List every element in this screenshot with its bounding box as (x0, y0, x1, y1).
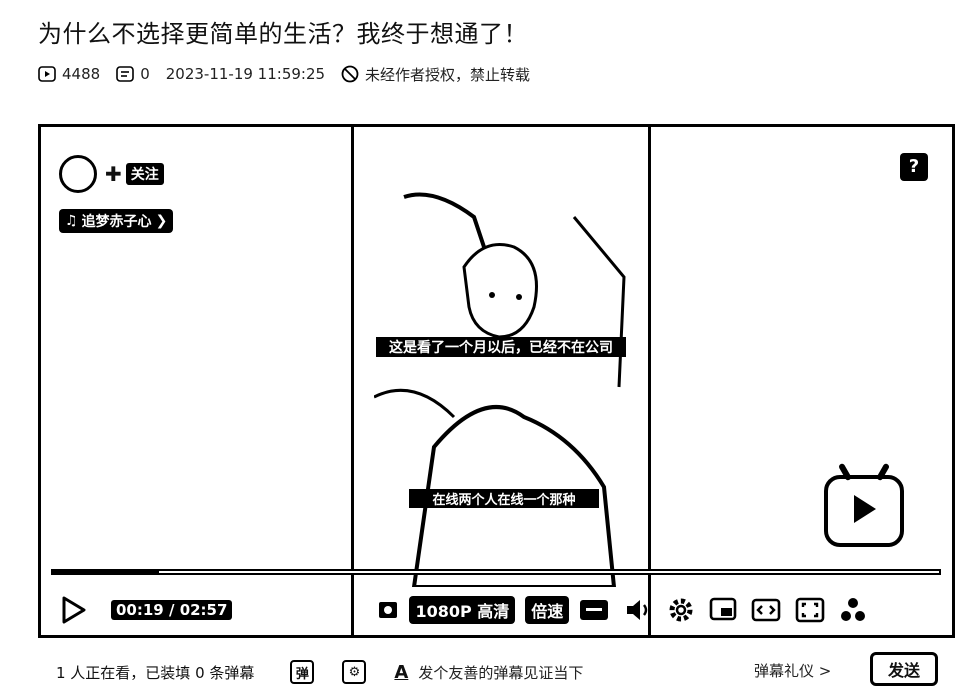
plus-icon[interactable]: ✚ (105, 162, 122, 186)
music-note-icon: ♫ (65, 213, 78, 229)
time-display: 00:19 / 02:57 (111, 600, 233, 620)
danmaku-toggle-icon[interactable]: 弹 (290, 660, 315, 684)
video-person-image (374, 192, 626, 587)
music-tag-label: 追梦赤子心 (81, 214, 152, 230)
danmaku-count-value: 0 (140, 65, 150, 83)
progress-bar-fill (53, 571, 160, 573)
settings-gear-icon[interactable] (667, 596, 695, 624)
volume-icon[interactable] (625, 597, 653, 623)
no-repost-icon (341, 65, 359, 83)
uploader-follow[interactable]: ✚ 关注 (59, 155, 164, 193)
video-meta-bar: 4488 0 2023-11-19 11:59:25 未经作者授权，禁止转载 (38, 64, 546, 84)
music-tag[interactable]: ♫ 追梦赤子心 ❯ (59, 209, 174, 233)
play-icon[interactable] (61, 596, 87, 624)
help-icon[interactable]: ? (900, 153, 928, 181)
publish-time: 2023-11-19 11:59:25 (165, 65, 326, 83)
play-count-icon (38, 66, 56, 82)
danmaku-count: 0 (116, 65, 150, 83)
follow-button[interactable]: 关注 (125, 163, 164, 185)
play-count-value: 4488 (62, 65, 101, 83)
danmaku-count-icon (116, 66, 134, 82)
chevron-right-icon: ❯ (155, 213, 168, 229)
danmaku-bar: 1 人正在看，已装填 0 条弹幕 弹 ⚙ A 发个友善的弹幕见证当下 弹幕礼仪 … (56, 652, 946, 692)
uploader-avatar[interactable] (59, 155, 97, 193)
bilibili-logo-icon (824, 462, 904, 547)
rights-notice-text: 未经作者授权，禁止转载 (365, 65, 531, 84)
progress-bar[interactable] (51, 569, 941, 575)
subtitle-line-top: 这是看了一个月以后，已经不在公司 (376, 337, 626, 357)
danmaku-input[interactable]: 发个友善的弹幕见证当下 (418, 662, 583, 683)
picture-in-picture-icon[interactable] (709, 597, 737, 623)
video-title: 为什么不选择更简单的生活？我终于想通了！ (38, 20, 528, 48)
triple-dots-icon[interactable] (839, 596, 867, 624)
current-time: 00:19 (116, 601, 164, 619)
quality-button[interactable]: 1080P 高清 (409, 596, 516, 624)
duration-time: 02:57 (179, 601, 228, 619)
viewer-status: 1 人正在看，已装填 0 条弹幕 (56, 663, 255, 682)
danmaku-settings-icon[interactable]: ⚙ (342, 660, 367, 684)
send-button[interactable]: 发送 (870, 652, 938, 686)
snapshot-icon[interactable] (377, 599, 399, 621)
subtitle-line-bottom: 在线两个人在线一个那种 (409, 489, 599, 508)
video-player[interactable]: 这是看了一个月以后，已经不在公司 在线两个人在线一个那种 ✚ 关注 ♫ 追梦赤子… (38, 124, 955, 638)
play-count: 4488 (38, 65, 100, 83)
web-fullscreen-icon[interactable] (751, 598, 781, 622)
video-frame[interactable]: 这是看了一个月以后，已经不在公司 在线两个人在线一个那种 (351, 127, 651, 635)
subtitle-icon[interactable] (579, 599, 609, 621)
rights-notice: 未经作者授权，禁止转载 (341, 64, 530, 85)
player-controls: 00:19 / 02:57 1080P 高清 倍速 (61, 593, 941, 627)
fullscreen-icon[interactable] (795, 597, 825, 623)
speed-button[interactable]: 倍速 (525, 596, 570, 624)
danmaku-etiquette-link[interactable]: 弹幕礼仪 > (754, 660, 831, 681)
danmaku-style-icon[interactable]: A (394, 662, 408, 683)
